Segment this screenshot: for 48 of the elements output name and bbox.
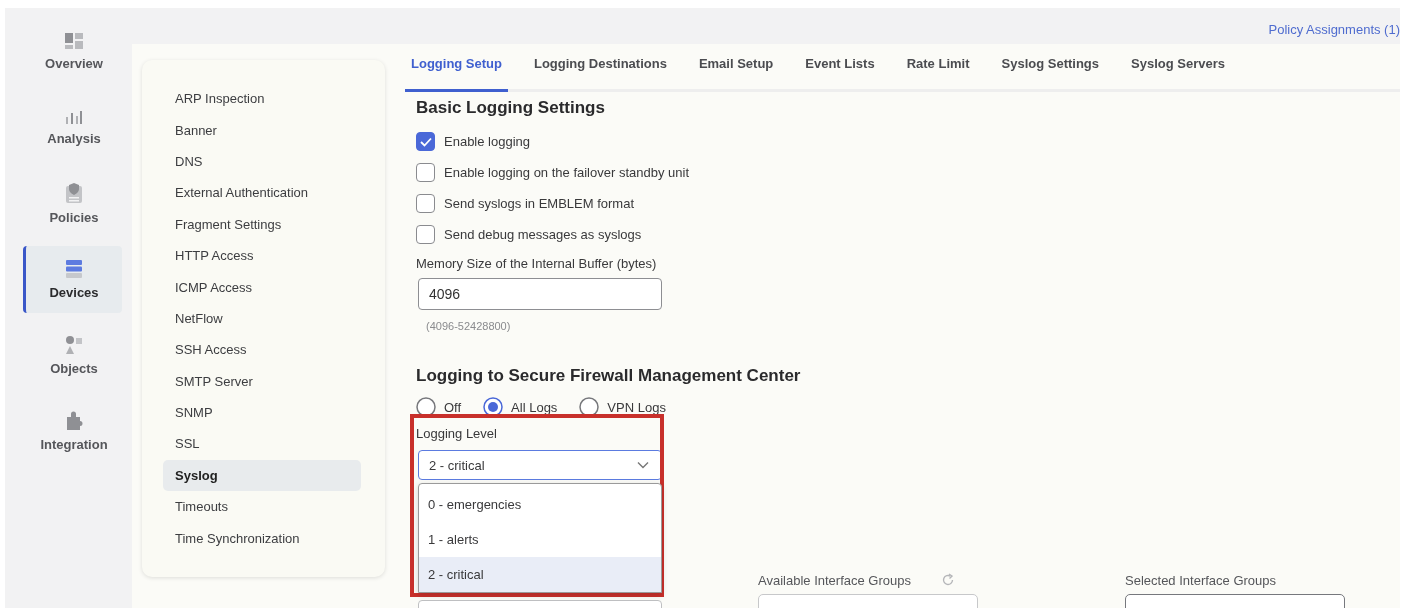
radio-label: Off xyxy=(444,399,462,415)
settings-menu-item[interactable]: SNMP xyxy=(163,396,361,429)
checkbox-label: Enable logging on the failover standby unit xyxy=(444,165,689,180)
settings-menu-item[interactable]: DNS xyxy=(163,145,361,178)
settings-menu-item[interactable]: SSH Access xyxy=(163,334,361,366)
settings-menu-item[interactable]: Syslog xyxy=(163,459,361,492)
settings-menu-item[interactable]: Time Synchronization xyxy=(163,522,361,554)
tab[interactable]: Event Lists xyxy=(799,44,881,92)
nav-item[interactable]: Policies xyxy=(23,170,122,237)
checkbox-label: Send syslogs in EMBLEM format xyxy=(444,196,635,211)
dropdown-option[interactable]: 1 - alerts xyxy=(419,522,661,557)
settings-menu-item[interactable]: NetFlow xyxy=(163,302,361,335)
nav-item[interactable]: Objects xyxy=(23,322,122,389)
settings-menu-item[interactable]: Fragment Settings xyxy=(163,208,361,240)
nav-item[interactable]: Overview xyxy=(23,18,122,85)
dropdown-option[interactable]: 2 - critical xyxy=(419,557,661,592)
tab[interactable]: Syslog Servers xyxy=(1125,44,1231,92)
radio-label: VPN Logs xyxy=(607,399,666,415)
settings-menu-item[interactable]: SMTP Server xyxy=(163,365,361,397)
tab[interactable]: Logging Destinations xyxy=(528,44,673,92)
logging-level-select[interactable]: 2 - critical xyxy=(418,450,662,480)
settings-menu-item[interactable]: SSL xyxy=(163,428,361,460)
field-label: Available Interface Groups xyxy=(758,572,911,588)
field-label: Selected Interface Groups xyxy=(1125,572,1277,588)
settings-menu-item[interactable]: HTTP Access xyxy=(163,239,361,272)
nav-item[interactable]: Analysis xyxy=(23,94,122,161)
tab[interactable]: Email Setup xyxy=(692,44,780,92)
section-heading: Logging to Secure Firewall Management Center xyxy=(416,366,802,386)
range-hint: (4096-52428800) xyxy=(426,320,512,332)
checkbox-label: Enable logging xyxy=(444,134,531,149)
section-heading: Basic Logging Settings xyxy=(416,98,606,118)
tab[interactable]: Logging Setup xyxy=(405,44,508,92)
field-label: Memory Size of the Internal Buffer (bytes) xyxy=(416,256,658,273)
settings-menu-item[interactable]: ARP Inspection xyxy=(163,83,361,115)
checkbox-label: Send debug messages as syslogs xyxy=(444,227,642,242)
nav-item[interactable]: Devices xyxy=(23,246,122,313)
policy-assignments-link[interactable]: Policy Assignments (1) xyxy=(1268,22,1400,37)
settings-menu-item[interactable]: Timeouts xyxy=(163,491,361,523)
buffer-size-field[interactable]: 4096 xyxy=(418,278,662,310)
radio-label: All Logs xyxy=(511,399,558,415)
tab[interactable]: Rate Limit xyxy=(900,44,976,92)
nav-item[interactable]: Integration xyxy=(23,398,122,465)
settings-menu-item[interactable]: External Authentication xyxy=(163,177,361,209)
dropdown-option[interactable]: 0 - emergencies xyxy=(419,487,661,522)
settings-menu-item[interactable]: ICMP Access xyxy=(163,271,361,303)
settings-menu-item[interactable]: Banner xyxy=(163,114,361,146)
field-label: Logging Level xyxy=(416,426,498,443)
tab[interactable]: Syslog Settings xyxy=(995,44,1106,92)
